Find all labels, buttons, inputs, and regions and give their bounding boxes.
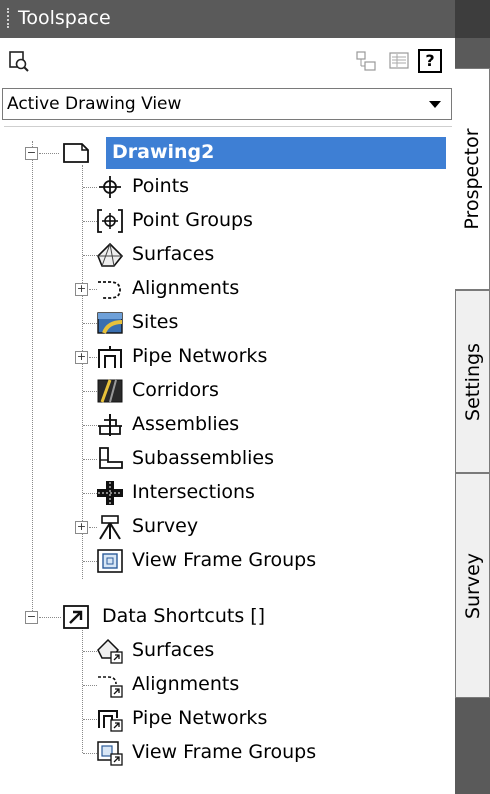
tree-label: Data Shortcuts [] [102, 605, 266, 627]
tree-label: Pipe Networks [132, 345, 268, 367]
tree-node-data-shortcuts[interactable]: − Data Shortcuts [] [4, 601, 452, 633]
tree-node-sites[interactable]: Sites [4, 307, 452, 339]
tab-prospector-label: Prospector [461, 128, 483, 230]
expand-icon[interactable]: + [75, 521, 88, 534]
tab-survey[interactable]: Survey [455, 473, 490, 698]
preview-zoom-icon[interactable] [8, 50, 30, 72]
tree-node-pipe-networks[interactable]: + Pipe Networks [4, 341, 452, 373]
title-bar[interactable]: Toolspace [0, 0, 490, 38]
window-title: Toolspace [18, 7, 111, 29]
prospector-tree[interactable]: − Drawing2 Points Point Groups Surfaces … [4, 126, 452, 794]
expand-icon[interactable]: + [75, 351, 88, 364]
tree-label: View Frame Groups [132, 741, 317, 763]
tree-label: Alignments [132, 673, 240, 695]
collapse-icon[interactable]: − [25, 147, 38, 160]
tree-node-surfaces[interactable]: Surfaces [4, 239, 452, 271]
tree-label: Surfaces [132, 243, 215, 265]
tree-label: Sites [132, 311, 179, 333]
tree-label: Corridors [132, 379, 219, 401]
tree-label: Pipe Networks [132, 707, 268, 729]
tree-label: Subassemblies [132, 447, 275, 469]
assemblies-icon [98, 414, 122, 436]
item-view-icon[interactable] [355, 50, 377, 72]
view-frame-groups-shortcut-icon [97, 741, 123, 766]
surfaces-icon [97, 242, 124, 267]
tree-node-subassemblies[interactable]: Subassemblies [4, 443, 452, 475]
shortcut-icon [63, 605, 89, 629]
tree-label: Alignments [132, 277, 240, 299]
corridors-icon [97, 379, 123, 403]
tree-label: Point Groups [132, 209, 253, 231]
tree-label: Intersections [132, 481, 255, 503]
drag-grip-icon[interactable] [7, 8, 12, 28]
toolbar: ? [0, 38, 455, 82]
tree-label: Drawing2 [112, 141, 215, 163]
surfaces-shortcut-icon [97, 638, 123, 664]
tree-node-intersections[interactable]: Intersections [4, 477, 452, 509]
drawing-icon [63, 143, 89, 163]
tree-node-drawing[interactable]: − Drawing2 [4, 137, 452, 169]
tree-node-corridors[interactable]: Corridors [4, 375, 452, 407]
tree-node-view-frame-groups[interactable]: View Frame Groups [4, 545, 452, 577]
tree-node-shortcut-surfaces[interactable]: Surfaces [4, 635, 452, 667]
tree-node-shortcut-pipe-networks[interactable]: Pipe Networks [4, 703, 452, 735]
tree-label: View Frame Groups [132, 549, 317, 571]
points-icon [99, 176, 121, 198]
tree-node-alignments[interactable]: + Alignments [4, 273, 452, 305]
chevron-down-icon[interactable] [429, 101, 441, 108]
tree-label: Survey [132, 515, 199, 537]
title-side-strip [455, 0, 490, 38]
view-selector-dropdown[interactable]: Active Drawing View [2, 88, 452, 120]
survey-icon [99, 515, 121, 540]
tree-label: Points [132, 175, 190, 197]
tree-node-point-groups[interactable]: Point Groups [4, 205, 452, 237]
view-selector-value: Active Drawing View [7, 94, 182, 114]
tree-label: Surfaces [132, 639, 215, 661]
tab-settings-label: Settings [461, 342, 484, 421]
expand-icon[interactable]: + [75, 283, 88, 296]
point-groups-icon [97, 209, 123, 233]
tree-node-shortcut-alignments[interactable]: Alignments [4, 669, 452, 701]
alignments-shortcut-icon [98, 676, 123, 698]
pipe-networks-shortcut-icon [98, 710, 123, 732]
tree-node-assemblies[interactable]: Assemblies [4, 409, 452, 441]
tab-settings[interactable]: Settings [455, 290, 490, 473]
tab-strip: Prospector Settings Survey [455, 38, 490, 794]
tree-node-survey[interactable]: + Survey [4, 511, 452, 543]
list-view-icon[interactable] [388, 50, 410, 72]
alignments-icon [98, 281, 121, 299]
tab-survey-label: Survey [461, 552, 484, 619]
view-frame-groups-icon [97, 549, 123, 573]
sites-icon [97, 312, 123, 334]
help-button[interactable]: ? [418, 49, 442, 73]
tree-label: Assemblies [132, 413, 240, 435]
pipe-networks-icon [98, 346, 122, 368]
tree-node-shortcut-view-frame-groups[interactable]: View Frame Groups [4, 737, 452, 769]
subassemblies-icon [99, 447, 123, 469]
collapse-icon[interactable]: − [25, 611, 38, 624]
tree-node-points[interactable]: Points [4, 171, 452, 203]
tab-prospector[interactable]: Prospector [455, 68, 490, 290]
intersections-icon [97, 481, 123, 505]
